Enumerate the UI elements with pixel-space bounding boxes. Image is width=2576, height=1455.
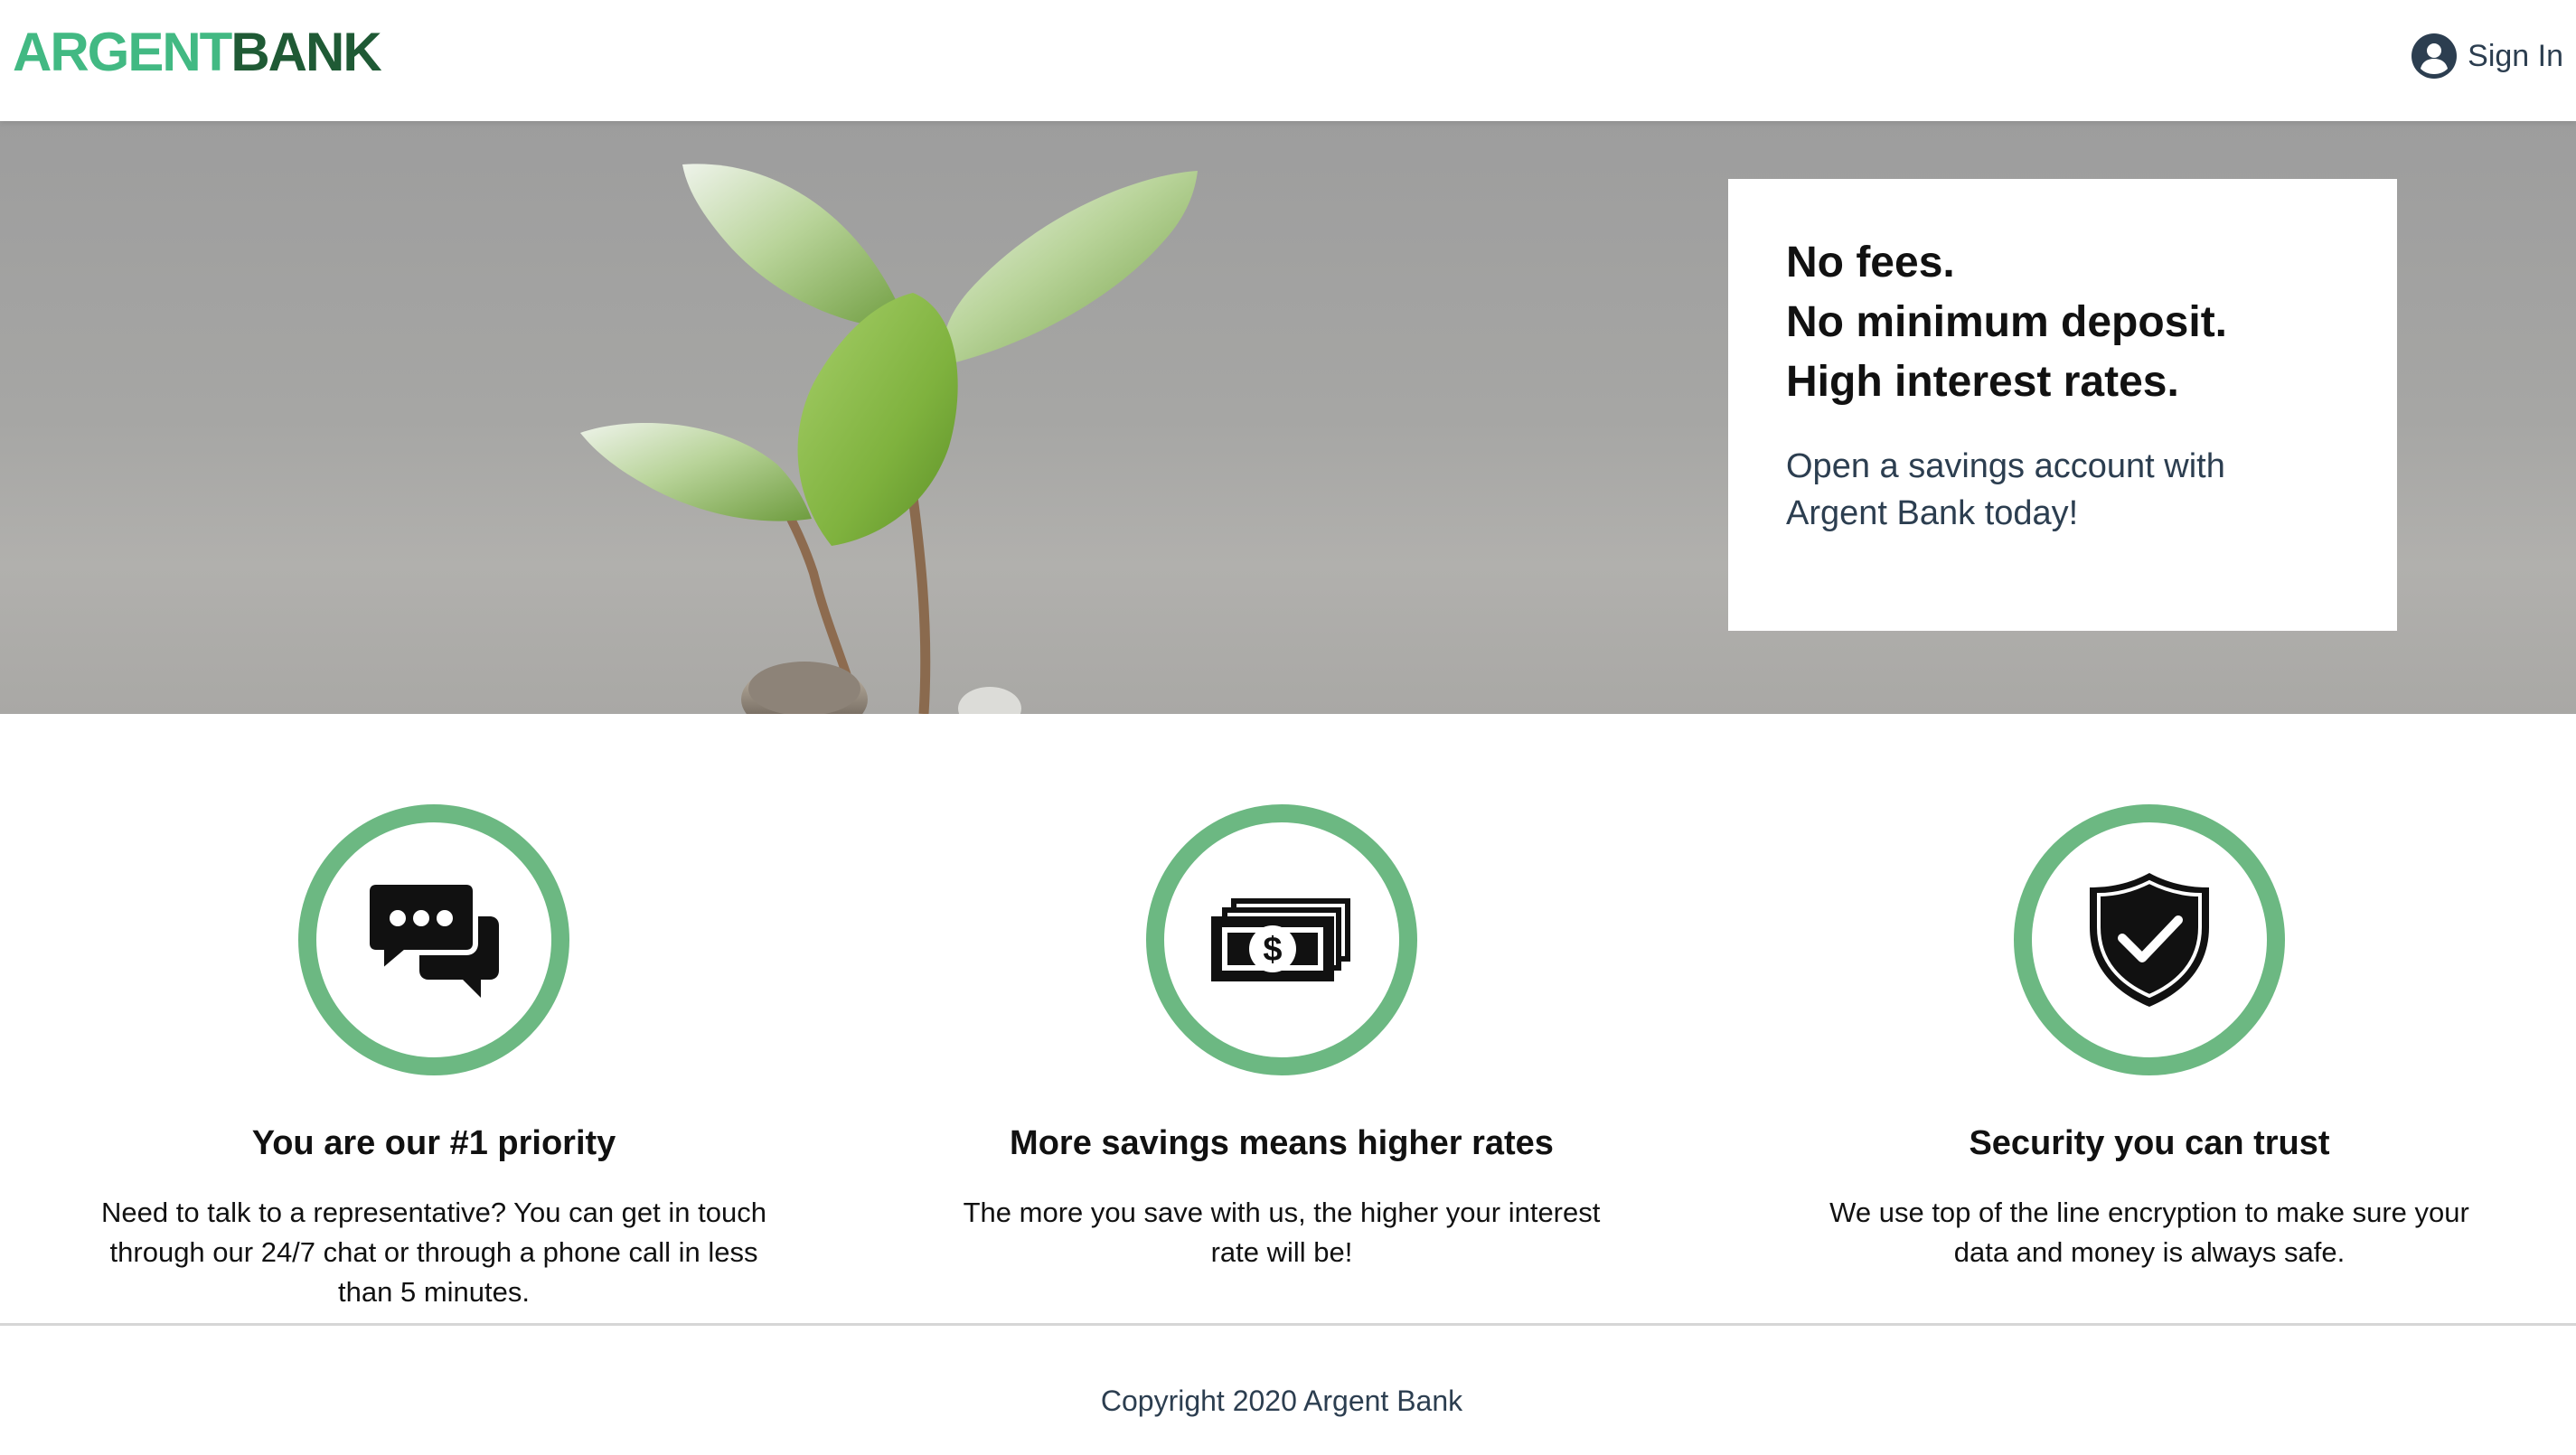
sign-in-link[interactable]: Sign In xyxy=(2411,31,2563,81)
money-icon: $ xyxy=(1211,898,1350,981)
chat-icon xyxy=(367,880,499,998)
security-shield-icon xyxy=(2090,873,2209,1007)
feature-icon-ring xyxy=(2014,804,2285,1075)
sign-in-label: Sign In xyxy=(2468,38,2563,73)
argent-bank-logo[interactable]: ARGENTBANK xyxy=(13,22,382,82)
feature-title: Security you can trust xyxy=(1969,1124,2330,1162)
promo-headline: No fees. No minimum deposit. High intere… xyxy=(1786,233,2339,412)
promo-line-no-minimum: No minimum deposit. xyxy=(1786,298,2228,346)
feature-description: The more you save with us, the higher yo… xyxy=(963,1197,1601,1268)
svg-text:$: $ xyxy=(1263,931,1282,969)
feature-title: More savings means higher rates xyxy=(1010,1124,1554,1162)
promo-subtitle: Open a savings account with Argent Bank … xyxy=(1786,447,2225,532)
feature-description: We use top of the line encryption to mak… xyxy=(1829,1197,2469,1268)
feature-description: Need to talk to a representative? You ca… xyxy=(101,1197,766,1308)
features-section: You are our #1 priority Need to talk to … xyxy=(0,714,2576,1323)
logo-text-argent: ARGENT xyxy=(13,22,232,82)
hero-banner: No fees. No minimum deposit. High intere… xyxy=(0,121,2576,714)
main-nav: ARGENTBANK Sign In xyxy=(0,0,2576,121)
user-circle-icon xyxy=(2411,33,2458,79)
logo-text-bank: BANK xyxy=(230,22,381,82)
feature-icon-ring: $ xyxy=(1146,804,1417,1075)
promo-line-high-rates: High interest rates. xyxy=(1786,358,2179,406)
feature-title: You are our #1 priority xyxy=(251,1124,616,1162)
feature-icon-ring xyxy=(298,804,569,1075)
footer-divider xyxy=(0,1323,2576,1326)
footer-copyright: Copyright 2020 Argent Bank xyxy=(1100,1385,1463,1417)
promo-line-no-fees: No fees. xyxy=(1786,239,1955,286)
promo-card: No fees. No minimum deposit. High intere… xyxy=(1728,179,2397,631)
